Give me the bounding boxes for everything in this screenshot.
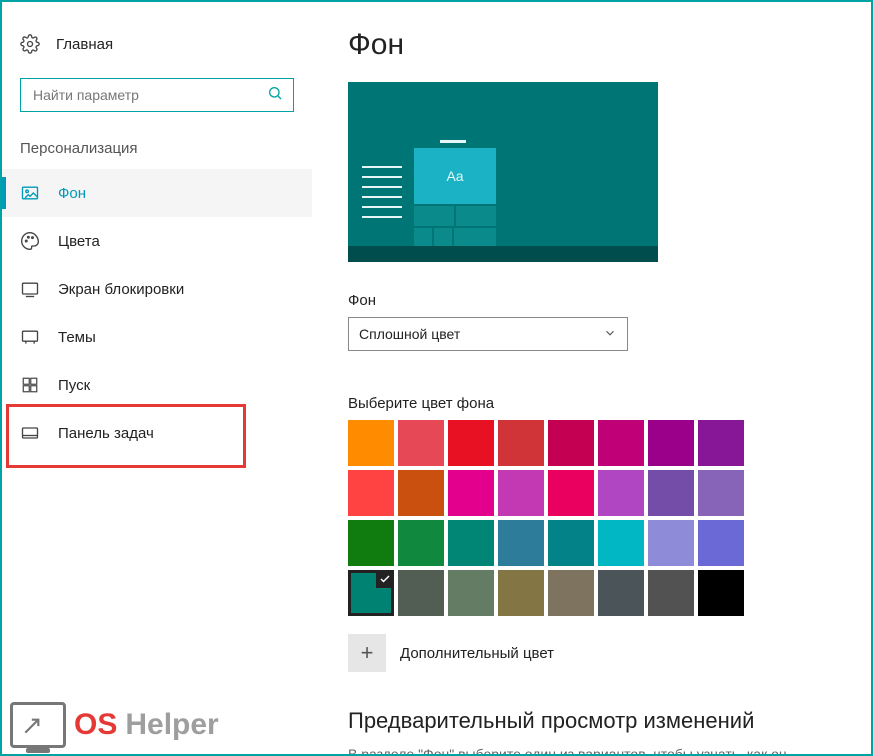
color-swatch[interactable] [698, 420, 744, 466]
custom-color-button[interactable]: + [348, 634, 386, 672]
start-icon [20, 375, 40, 395]
search-box[interactable] [20, 78, 294, 112]
color-swatch[interactable] [648, 470, 694, 516]
brush-icon [20, 327, 40, 347]
sidebar-item-label: Панель задач [58, 425, 154, 442]
color-swatch[interactable] [348, 520, 394, 566]
color-swatch[interactable] [498, 420, 544, 466]
color-swatch[interactable] [598, 420, 644, 466]
sidebar-item-start[interactable]: Пуск [2, 361, 312, 409]
sidebar-item-background[interactable]: Фон [2, 169, 312, 217]
color-swatch[interactable] [498, 570, 544, 616]
color-swatch[interactable] [398, 420, 444, 466]
home-label: Главная [56, 36, 113, 53]
color-swatch[interactable] [598, 520, 644, 566]
page-title: Фон [348, 28, 847, 62]
pick-color-label: Выберите цвет фона [348, 395, 847, 412]
color-swatch[interactable] [398, 570, 444, 616]
main-content: Фон Aa Фон Сплошной цвет Выберите цвет ф… [312, 2, 871, 754]
lockscreen-icon [20, 279, 40, 299]
color-swatch[interactable] [448, 520, 494, 566]
color-swatch[interactable] [498, 470, 544, 516]
sidebar-item-label: Пуск [58, 377, 90, 394]
sidebar: Главная Персонализация Фон Цвета Экр [2, 2, 312, 754]
color-swatch[interactable] [448, 420, 494, 466]
color-swatch[interactable] [398, 520, 444, 566]
chevron-down-icon [603, 326, 617, 343]
color-swatch[interactable] [698, 570, 744, 616]
background-dropdown[interactable]: Сплошной цвет [348, 317, 628, 351]
sidebar-item-themes[interactable]: Темы [2, 313, 312, 361]
color-swatch[interactable] [598, 570, 644, 616]
color-swatch[interactable] [698, 470, 744, 516]
color-swatch[interactable] [648, 520, 694, 566]
settings-window: Главная Персонализация Фон Цвета Экр [0, 0, 873, 756]
color-swatch[interactable] [698, 520, 744, 566]
sidebar-item-label: Фон [58, 185, 86, 202]
category-title: Персонализация [2, 140, 312, 169]
color-swatch[interactable] [648, 420, 694, 466]
sidebar-item-lockscreen[interactable]: Экран блокировки [2, 265, 312, 313]
color-grid [348, 420, 847, 616]
color-swatch[interactable] [648, 570, 694, 616]
color-swatch[interactable] [348, 570, 394, 616]
search-icon [267, 85, 283, 106]
plus-icon: + [361, 640, 374, 666]
color-swatch[interactable] [548, 470, 594, 516]
search-input[interactable] [31, 86, 267, 104]
image-icon [20, 183, 40, 203]
taskbar-icon [20, 423, 40, 443]
preview-heading: Предварительный просмотр изменений [348, 708, 847, 734]
sidebar-item-colors[interactable]: Цвета [2, 217, 312, 265]
palette-icon [20, 231, 40, 251]
check-icon [376, 570, 394, 588]
custom-color-label: Дополнительный цвет [400, 645, 554, 662]
sidebar-item-taskbar[interactable]: Панель задач [2, 409, 312, 457]
gear-icon [20, 34, 40, 54]
dropdown-value: Сплошной цвет [359, 326, 460, 342]
color-swatch[interactable] [498, 520, 544, 566]
color-swatch[interactable] [348, 470, 394, 516]
preview-sample-text: Aa [414, 148, 496, 204]
color-swatch[interactable] [348, 420, 394, 466]
color-swatch[interactable] [598, 470, 644, 516]
color-swatch[interactable] [448, 570, 494, 616]
sidebar-item-label: Цвета [58, 233, 100, 250]
sidebar-item-label: Экран блокировки [58, 281, 184, 298]
background-label: Фон [348, 292, 847, 309]
color-swatch[interactable] [548, 420, 594, 466]
sidebar-item-label: Темы [58, 329, 96, 346]
desktop-preview: Aa [348, 82, 658, 262]
home-button[interactable]: Главная [2, 34, 312, 78]
color-swatch[interactable] [548, 520, 594, 566]
color-swatch[interactable] [448, 470, 494, 516]
preview-description: В разделе "Фон" выберите один из вариант… [348, 744, 818, 754]
color-swatch[interactable] [398, 470, 444, 516]
color-swatch[interactable] [548, 570, 594, 616]
